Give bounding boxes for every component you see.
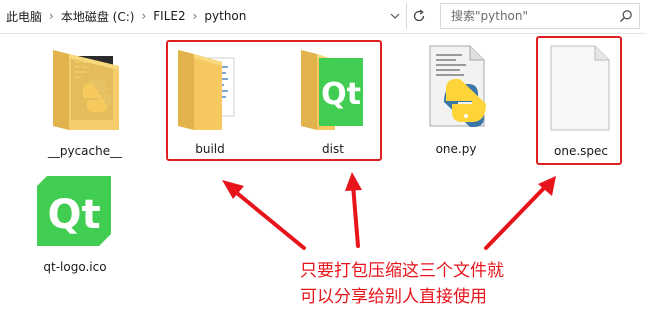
file-name: __pycache__ (47, 144, 123, 158)
breadcrumb: 此电脑 › 本地磁盘 (C:) › FILE2 › python (0, 4, 404, 28)
chevron-down-icon (390, 13, 400, 19)
annotation-line-2: 可以分享给别人直接使用 (300, 287, 487, 307)
search-input[interactable] (451, 8, 611, 24)
file-item-qt-logo[interactable]: Qt qt-logo.ico (25, 170, 125, 290)
python-file-icon (429, 45, 486, 127)
chevron-right-icon[interactable]: › (136, 9, 151, 23)
file-item-one-py[interactable]: one.py (406, 44, 506, 164)
svg-text:Qt: Qt (47, 192, 100, 238)
address-dropdown-button[interactable] (386, 6, 404, 26)
breadcrumb-file2[interactable]: FILE2 (151, 9, 187, 23)
search-icon[interactable] (619, 9, 633, 23)
file-name: one.py (435, 142, 477, 156)
arrow-to-dist (345, 172, 362, 248)
folder-python-icon (53, 50, 119, 130)
arrow-to-one-spec (484, 176, 556, 250)
arrow-to-build (222, 180, 306, 250)
search-box[interactable] (440, 3, 640, 29)
highlight-box-one-spec (536, 36, 622, 165)
file-item-pycache[interactable]: __pycache__ (35, 44, 135, 164)
refresh-icon (413, 9, 425, 22)
breadcrumb-python[interactable]: python (202, 9, 248, 23)
breadcrumb-local-disk[interactable]: 本地磁盘 (C:) (59, 8, 137, 25)
chevron-right-icon[interactable]: › (188, 9, 203, 23)
annotation-line-1: 只要打包压缩这三个文件就 (300, 261, 504, 281)
highlight-box-build-dist (166, 40, 382, 161)
chevron-right-icon[interactable]: › (44, 9, 59, 23)
address-bar: 此电脑 › 本地磁盘 (C:) › FILE2 › python (0, 0, 645, 34)
qt-logo-icon: Qt (37, 176, 111, 246)
annotation-text: 只要打包压缩这三个文件就 可以分享给别人直接使用 (300, 258, 620, 310)
refresh-button[interactable] (406, 3, 431, 29)
breadcrumb-this-pc[interactable]: 此电脑 (0, 8, 44, 25)
file-name: qt-logo.ico (43, 260, 107, 274)
